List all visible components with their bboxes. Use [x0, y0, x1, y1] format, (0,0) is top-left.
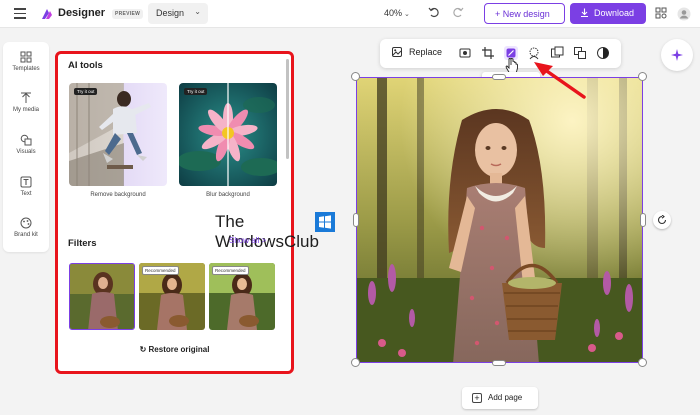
image-toolbar: Replace: [380, 39, 621, 68]
frame-icon[interactable]: [550, 46, 564, 60]
resize-handle[interactable]: [351, 72, 360, 81]
rail-item-my-media[interactable]: My media: [3, 92, 49, 113]
resize-handle[interactable]: [492, 360, 506, 366]
blur-background-preview: Try it out: [179, 83, 277, 186]
girl-in-forest-image: [357, 78, 642, 362]
rotate-button[interactable]: [653, 211, 671, 229]
plus-icon: +: [472, 393, 482, 403]
app-name: Designer: [58, 7, 106, 19]
recommended-badge: Recommended: [212, 266, 249, 275]
designer-logo-icon: [42, 9, 52, 19]
filters-title: Filters: [68, 238, 97, 249]
design-dropdown[interactable]: Design ⌄: [148, 3, 208, 24]
avatar-icon[interactable]: [677, 7, 691, 21]
remove-background-card[interactable]: Try it out Remove background: [69, 83, 167, 198]
share-icon[interactable]: [655, 7, 667, 19]
replace-label: Replace: [409, 47, 443, 57]
resize-handle[interactable]: [638, 358, 647, 367]
download-icon: [581, 8, 588, 18]
chevron-down-icon: ⌄: [194, 7, 201, 16]
watermark-line-1: The: [215, 212, 245, 231]
rail-item-label: My media: [12, 107, 39, 113]
restore-original-label: Restore original: [148, 345, 210, 354]
add-page-label: Add page: [488, 393, 523, 402]
ai-tools-panel: AI tools Try it out Remove background Tr…: [55, 51, 294, 374]
filter-thumbnail[interactable]: Recommended: [139, 263, 205, 330]
panel-scrollbar[interactable]: [286, 59, 289, 159]
text-icon: [20, 176, 32, 188]
zoom-value: 40%: [384, 8, 403, 18]
resize-handle[interactable]: [638, 72, 647, 81]
download-label: Download: [594, 8, 635, 18]
new-design-button[interactable]: + New design: [484, 3, 565, 24]
try-it-out-badge: Try it out: [74, 88, 98, 95]
zoom-dropdown[interactable]: 40% ⌄: [384, 8, 410, 18]
visuals-icon: [20, 134, 32, 146]
top-bar: Designer PREVIEW Design ⌄ 40% ⌄ + New des…: [0, 0, 700, 28]
menu-icon[interactable]: [14, 8, 26, 19]
download-button[interactable]: Download: [570, 3, 646, 24]
try-it-out-badge: Try it out: [184, 88, 208, 95]
rail-item-label: Brand kit: [14, 232, 38, 238]
rail-item-label: Visuals: [16, 149, 36, 155]
blur-background-label: Blur background: [206, 192, 250, 198]
resize-handle[interactable]: [353, 213, 359, 227]
crop-icon[interactable]: [481, 46, 495, 60]
redo-icon[interactable]: [452, 6, 464, 18]
upload-icon: [21, 92, 31, 103]
rotate-icon: [657, 215, 667, 225]
rail-item-brand-kit[interactable]: Brand kit: [3, 217, 49, 238]
water-lily-image: [179, 83, 277, 186]
replace-button[interactable]: Replace: [392, 47, 442, 57]
chevron-down-icon: ⌄: [404, 11, 410, 18]
recommended-badge: Recommended: [142, 266, 179, 275]
add-page-button[interactable]: + Add page: [462, 387, 538, 409]
restore-original-button[interactable]: ↻ Restore original: [58, 345, 291, 354]
design-dropdown-label: Design: [156, 8, 185, 18]
resize-handle[interactable]: [640, 213, 646, 227]
sparkle-icon: [671, 49, 683, 61]
rail-item-visuals[interactable]: Visuals: [3, 134, 49, 155]
jumping-man-image: [69, 83, 167, 186]
preview-badge: PREVIEW: [112, 9, 144, 19]
background-removal-icon[interactable]: [527, 46, 541, 60]
remove-background-label: Remove background: [90, 192, 146, 198]
blur-background-card[interactable]: Try it out Blur background: [179, 83, 277, 198]
rail-item-label: Text: [20, 191, 32, 197]
effects-icon[interactable]: [458, 46, 472, 60]
remove-background-preview: Try it out: [69, 83, 167, 186]
canvas-image[interactable]: [356, 77, 643, 363]
left-rail: Templates My media Visuals Text Brand ki…: [3, 42, 49, 252]
rail-item-templates[interactable]: Templates: [3, 51, 49, 72]
color-icon[interactable]: [596, 46, 610, 60]
templates-icon: [20, 51, 32, 63]
image-icon: [392, 47, 402, 57]
layers-icon[interactable]: [573, 46, 587, 60]
panel-title: AI tools: [68, 60, 103, 71]
windows-logo-icon: [315, 212, 335, 232]
rail-item-text[interactable]: Text: [3, 176, 49, 197]
show-all-link[interactable]: Show all >: [229, 236, 266, 245]
rail-item-label: Templates: [12, 66, 40, 72]
filter-thumbnail[interactable]: [69, 263, 135, 330]
brand-kit-icon: [20, 217, 32, 229]
magic-design-button[interactable]: [661, 39, 693, 71]
undo-icon[interactable]: [428, 6, 440, 18]
resize-handle[interactable]: [492, 74, 506, 80]
restore-icon: ↻: [139, 345, 149, 354]
filter-thumbnail[interactable]: Recommended: [209, 263, 275, 330]
resize-handle[interactable]: [351, 358, 360, 367]
